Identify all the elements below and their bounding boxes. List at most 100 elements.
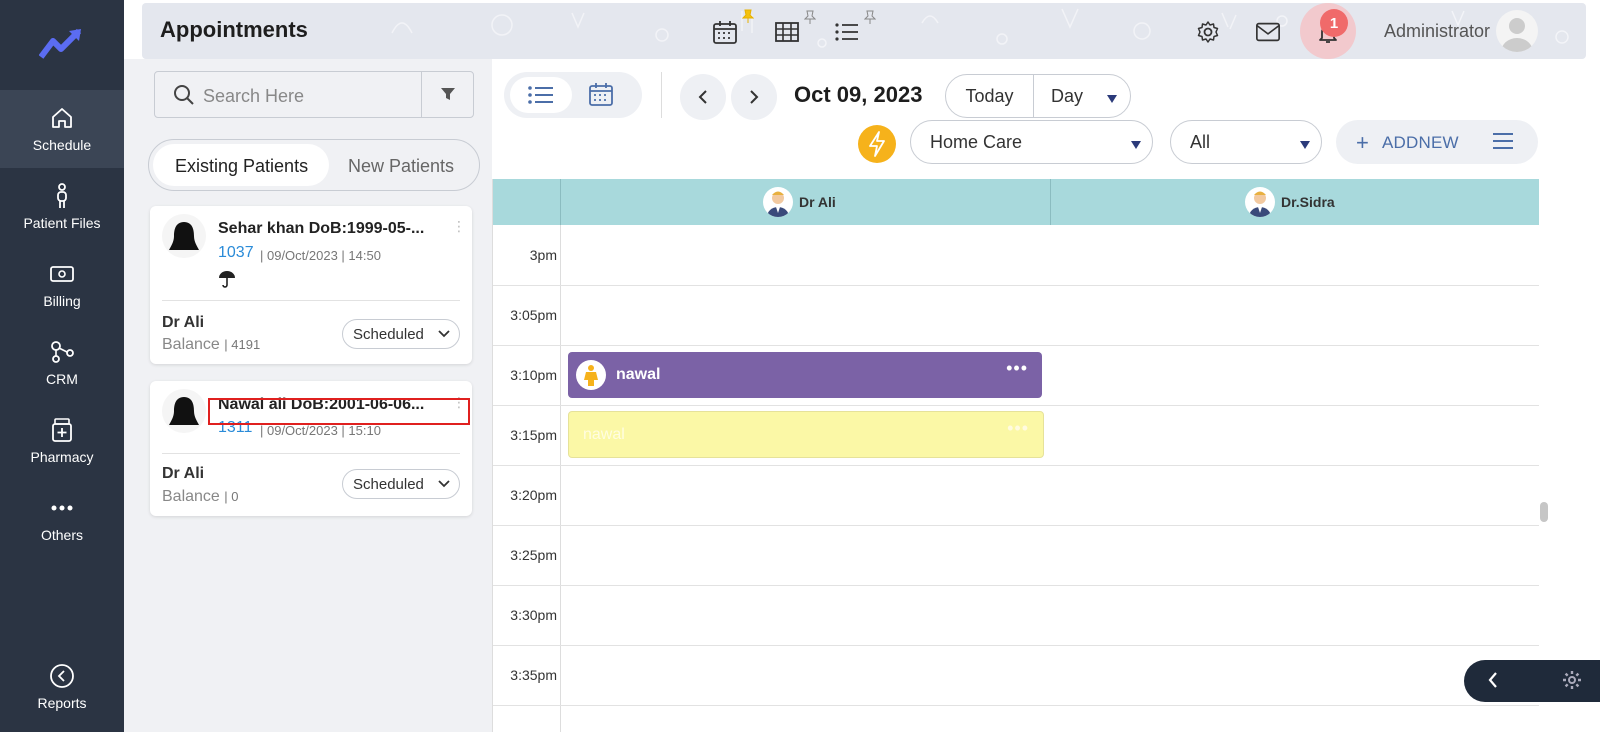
appointment-block[interactable]: nawal •••: [568, 411, 1044, 458]
search-icon: [173, 84, 195, 111]
status-select[interactable]: Scheduled: [342, 469, 460, 499]
pin-icon: [741, 9, 755, 28]
sidebar-item-patient-files[interactable]: Patient Files: [0, 168, 124, 246]
patient-id[interactable]: 1037: [218, 244, 254, 262]
patient-search[interactable]: Search Here: [154, 71, 474, 118]
search-input[interactable]: Search Here: [203, 86, 304, 107]
patient-name[interactable]: Sehar khan DoB:1999-05-...: [218, 220, 446, 238]
highlight-box: [208, 398, 470, 425]
sidebar-item-crm[interactable]: CRM: [0, 324, 124, 402]
filter-icon[interactable]: [440, 86, 456, 107]
gear-icon[interactable]: [1562, 670, 1582, 695]
appointment-block[interactable]: nawal •••: [568, 352, 1042, 398]
doctor-name: Dr Ali: [162, 465, 205, 482]
slot-line: [493, 585, 1539, 586]
slot-line: [493, 645, 1539, 646]
patient-avatar: [162, 214, 206, 258]
list-mode-button[interactable]: [510, 77, 572, 113]
current-date: Oct 09, 2023: [794, 82, 923, 107]
clinic-select-value: Home Care: [930, 132, 1023, 152]
pharmacy-icon: [49, 417, 75, 443]
floating-toolbar: [1464, 660, 1600, 702]
sidebar-item-label: Pharmacy: [30, 449, 94, 465]
settings-icon[interactable]: [1195, 19, 1221, 45]
chevron-left-icon[interactable]: [1486, 670, 1500, 695]
resource-label: Dr.Sidra: [1281, 194, 1335, 210]
sidebar-item-reports[interactable]: Reports: [0, 648, 124, 726]
notification-badge: 1: [1320, 9, 1348, 37]
calendar-view-icon[interactable]: [712, 19, 738, 45]
reports-icon: [49, 663, 75, 689]
sidebar-item-pharmacy[interactable]: Pharmacy: [0, 402, 124, 480]
slot-line: [493, 285, 1539, 286]
time-label: 3:15pm: [510, 427, 557, 443]
umbrella-icon: [218, 270, 236, 293]
prev-date-button[interactable]: [680, 74, 726, 120]
appointment-name: nawal: [616, 366, 661, 383]
scrollbar[interactable]: [1540, 502, 1548, 522]
filter-select[interactable]: All: [1170, 120, 1322, 164]
flash-icon[interactable]: [858, 125, 896, 163]
filter-select-value: All: [1190, 132, 1211, 152]
tab-new-patients[interactable]: New Patients: [348, 156, 454, 177]
person-icon: [49, 183, 75, 209]
resource-dr-sidra[interactable]: Dr.Sidra: [1245, 187, 1335, 217]
appointment-meta: | 09/Oct/2023 | 15:10: [260, 423, 381, 438]
doctor-name: Dr Ali: [162, 314, 205, 331]
resource-dr-ali[interactable]: Dr Ali: [763, 187, 836, 217]
user-name[interactable]: Administrator: [1384, 21, 1490, 42]
mail-icon[interactable]: [1255, 19, 1281, 45]
today-button[interactable]: Today: [946, 75, 1034, 117]
sidebar-item-schedule[interactable]: Schedule: [0, 90, 124, 168]
more-options-icon[interactable]: •••: [1006, 358, 1028, 379]
slot-line: [493, 345, 1539, 346]
more-icon: [49, 495, 75, 521]
chevron-down-icon: [437, 326, 451, 344]
appointment-name: nawal: [583, 426, 625, 443]
clinic-select[interactable]: Home Care: [910, 120, 1153, 164]
balance: Balance | 0: [162, 488, 239, 506]
time-label: 3:30pm: [510, 607, 557, 623]
calendar-icon: [589, 83, 613, 106]
add-new-button[interactable]: + ADDNEW: [1336, 120, 1538, 164]
slot-line: [493, 525, 1539, 526]
app-logo[interactable]: [0, 0, 124, 88]
slot-line: [493, 465, 1539, 466]
menu-icon[interactable]: [1492, 132, 1514, 155]
time-label: 3:10pm: [510, 367, 557, 383]
pin-icon: [863, 10, 877, 29]
date-range-control: Today Day: [945, 74, 1131, 118]
calendar-mode-button[interactable]: [588, 81, 614, 112]
sidebar-item-label: Patient Files: [23, 215, 101, 231]
doctor-avatar: [1245, 187, 1275, 217]
more-options-icon[interactable]: •••: [1007, 418, 1029, 439]
user-avatar[interactable]: [1496, 10, 1538, 52]
sidebar-item-label: Billing: [43, 293, 81, 309]
sidebar-item-label: Others: [40, 527, 83, 543]
balance: Balance | 4191: [162, 336, 260, 354]
divider: [162, 453, 460, 454]
sidebar-item-billing[interactable]: Billing: [0, 246, 124, 324]
view-select[interactable]: Day: [1051, 86, 1083, 107]
sidebar-item-others[interactable]: Others: [0, 480, 124, 558]
next-date-button[interactable]: [731, 74, 777, 120]
balance-value: | 0: [224, 489, 239, 504]
tab-existing-patients-label[interactable]: Existing Patients: [175, 156, 308, 177]
divider: [1050, 179, 1051, 225]
status-select[interactable]: Scheduled: [342, 319, 460, 349]
caret-down-icon[interactable]: [1106, 91, 1118, 109]
time-label: 3:35pm: [510, 667, 557, 683]
view-mode-toggle: [504, 72, 642, 118]
home-icon: [49, 105, 75, 131]
chevron-down-icon: [437, 476, 451, 494]
sidebar-nav: Schedule Patient Files Billing CRM Pharm…: [0, 0, 124, 732]
grid-view-icon[interactable]: [774, 19, 800, 45]
plus-icon: +: [1356, 130, 1369, 155]
resource-label: Dr Ali: [799, 194, 836, 210]
list-icon: [528, 86, 553, 104]
patient-panel: Search Here Existing Patients New Patien…: [124, 59, 492, 732]
kebab-icon[interactable]: ⋮: [452, 218, 466, 235]
sidebar-item-label: Schedule: [32, 137, 92, 153]
patient-card[interactable]: Sehar khan DoB:1999-05-... ⋮ 1037 | 09/O…: [150, 206, 472, 364]
list-view-icon[interactable]: [834, 19, 860, 45]
